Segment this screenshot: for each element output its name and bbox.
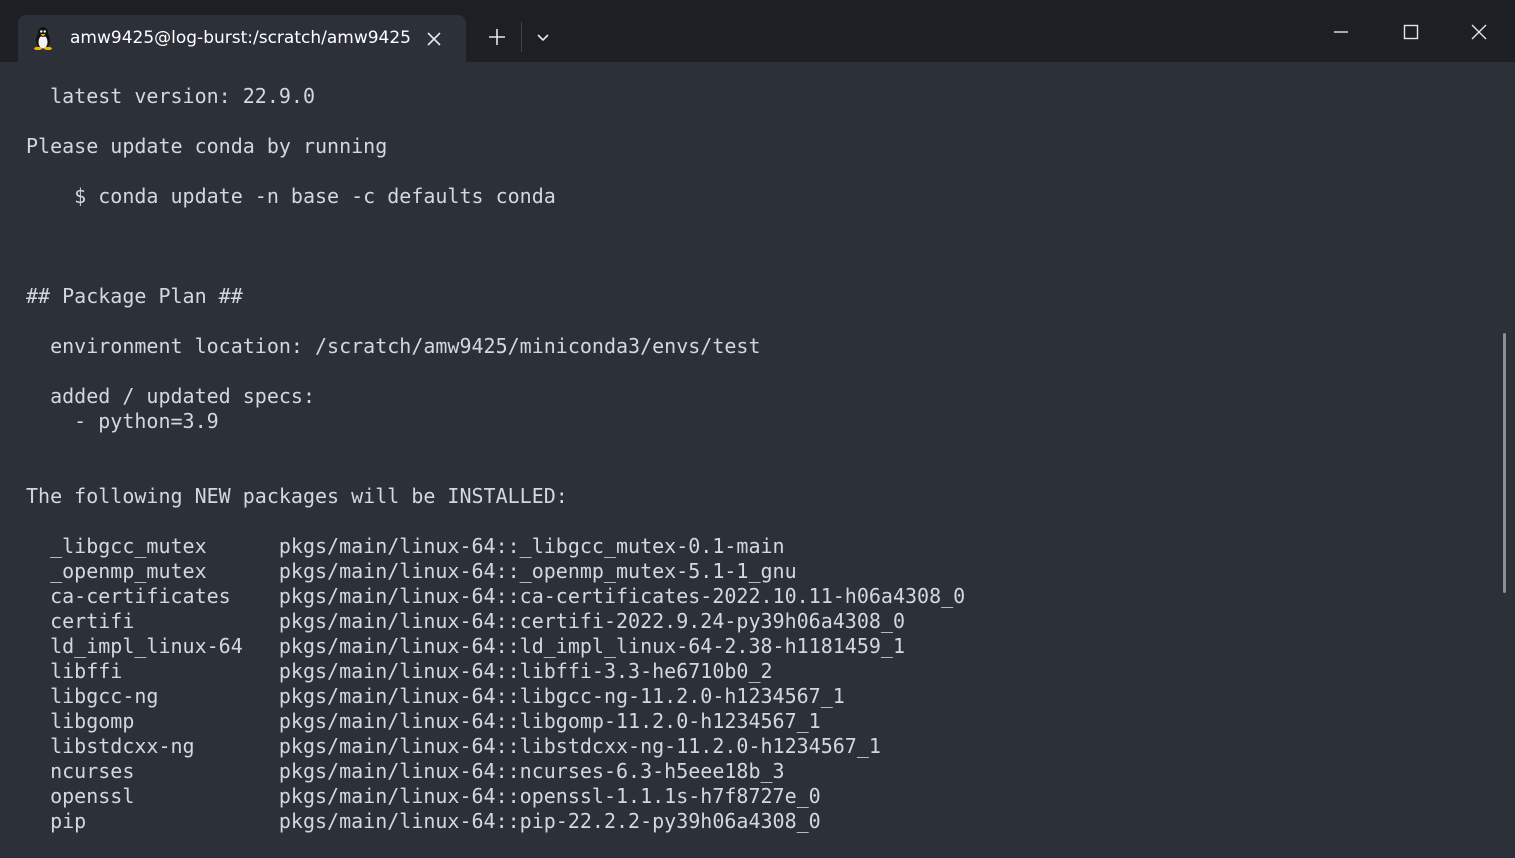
scrollbar-thumb[interactable] [1503,333,1506,593]
linux-penguin-icon [34,27,52,50]
minimize-button[interactable] [1318,10,1364,54]
terminal-output[interactable]: latest version: 22.9.0 Please update cond… [0,62,1515,858]
terminal-line: ncurses pkgs/main/linux-64::ncurses-6.3-… [26,759,785,783]
minimize-icon [1334,31,1348,33]
terminal-line: pip pkgs/main/linux-64::pip-22.2.2-py39h… [26,809,821,833]
chevron-down-icon[interactable] [532,26,554,48]
terminal-line: ## Package Plan ## [26,284,243,308]
terminal-line: The following NEW packages will be INSTA… [26,484,568,508]
terminal-line: ca-certificates pkgs/main/linux-64::ca-c… [26,584,966,608]
tab-separator [521,22,522,52]
terminal-line: certifi pkgs/main/linux-64::certifi-2022… [26,609,905,633]
terminal-window: amw9425@log-burst:/scratch/amw9425 lates… [0,0,1515,858]
terminal-line: openssl pkgs/main/linux-64::openssl-1.1.… [26,784,821,808]
terminal-line: libgcc-ng pkgs/main/linux-64::libgcc-ng-… [26,684,845,708]
terminal-line: Please update conda by running [26,134,388,158]
terminal-line: ld_impl_linux-64 pkgs/main/linux-64::ld_… [26,634,905,658]
maximize-button[interactable] [1388,10,1434,54]
title-bar: amw9425@log-burst:/scratch/amw9425 [0,0,1515,62]
maximize-icon [1403,24,1419,40]
terminal-line: libstdcxx-ng pkgs/main/linux-64::libstdc… [26,734,881,758]
tab-title: amw9425@log-burst:/scratch/amw9425 [70,28,411,48]
terminal-text: latest version: 22.9.0 Please update cond… [26,84,965,834]
plus-icon[interactable] [484,24,510,50]
terminal-line: libgomp pkgs/main/linux-64::libgomp-11.2… [26,709,821,733]
close-icon [1471,24,1487,40]
terminal-line: - python=3.9 [26,409,219,433]
terminal-line: added / updated specs: [26,384,315,408]
close-tab-icon[interactable] [422,27,446,51]
terminal-line: environment location: /scratch/amw9425/m… [26,334,761,358]
tab-active[interactable]: amw9425@log-burst:/scratch/amw9425 [18,15,466,62]
terminal-line: libffi pkgs/main/linux-64::libffi-3.3-he… [26,659,773,683]
terminal-line: _openmp_mutex pkgs/main/linux-64::_openm… [26,559,797,583]
terminal-line: $ conda update -n base -c defaults conda [26,184,556,208]
terminal-line: _libgcc_mutex pkgs/main/linux-64::_libgc… [26,534,785,558]
close-window-button[interactable] [1456,10,1502,54]
terminal-line: latest version: 22.9.0 [26,84,315,108]
